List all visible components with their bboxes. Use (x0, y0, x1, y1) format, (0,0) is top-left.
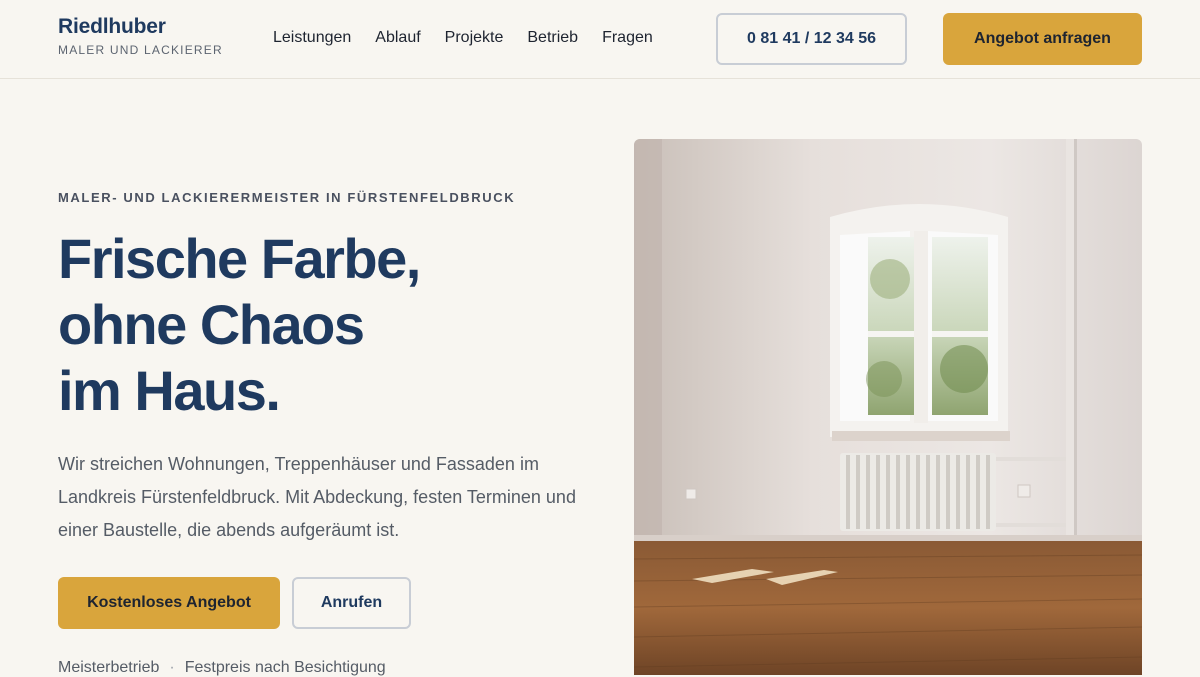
trust-item-fixed-price: Festpreis nach Besichtigung (184, 659, 386, 676)
trust-item-master: Meisterbetrieb (58, 659, 160, 676)
headline-line-3: im Haus. (58, 359, 281, 422)
trust-list: Meisterbetrieb · Festpreis nach Besichti… (58, 659, 386, 677)
call-button[interactable]: Anrufen (292, 577, 411, 629)
request-quote-button[interactable]: Angebot anfragen (943, 13, 1142, 65)
hero-lead-text: Wir streichen Wohnungen, Treppenhäuser u… (58, 454, 576, 540)
free-quote-button[interactable]: Kostenloses Angebot (58, 577, 280, 629)
trust-separator: · (169, 659, 175, 676)
room-photo (634, 139, 1142, 675)
nav-item-betrieb[interactable]: Betrieb (527, 29, 578, 47)
nav-item-fragen[interactable]: Fragen (602, 29, 653, 47)
brand-logo[interactable]: Riedlhuber MALER UND LACKIERER (58, 15, 223, 57)
hero-headline: Frische Farbe, ohne Chaos im Haus. (58, 226, 598, 424)
nav-item-leistungen[interactable]: Leistungen (273, 29, 351, 47)
headline-line-1: Frische Farbe, (58, 227, 421, 290)
headline-line-2: ohne Chaos (58, 293, 365, 356)
phone-button[interactable]: 0 81 41 / 12 34 56 (716, 13, 907, 65)
site-header: Riedlhuber MALER UND LACKIERER Leistunge… (0, 0, 1200, 79)
hero-eyebrow: MALER- UND LACKIERERMEISTER IN FÜRSTENFE… (58, 190, 516, 205)
brand-name: Riedlhuber (58, 15, 166, 38)
nav-item-ablauf[interactable]: Ablauf (375, 29, 420, 47)
brand-tagline: MALER UND LACKIERER (58, 43, 223, 57)
nav-item-projekte[interactable]: Projekte (445, 29, 504, 47)
main-nav: Leistungen Ablauf Projekte Betrieb Frage… (273, 29, 653, 47)
